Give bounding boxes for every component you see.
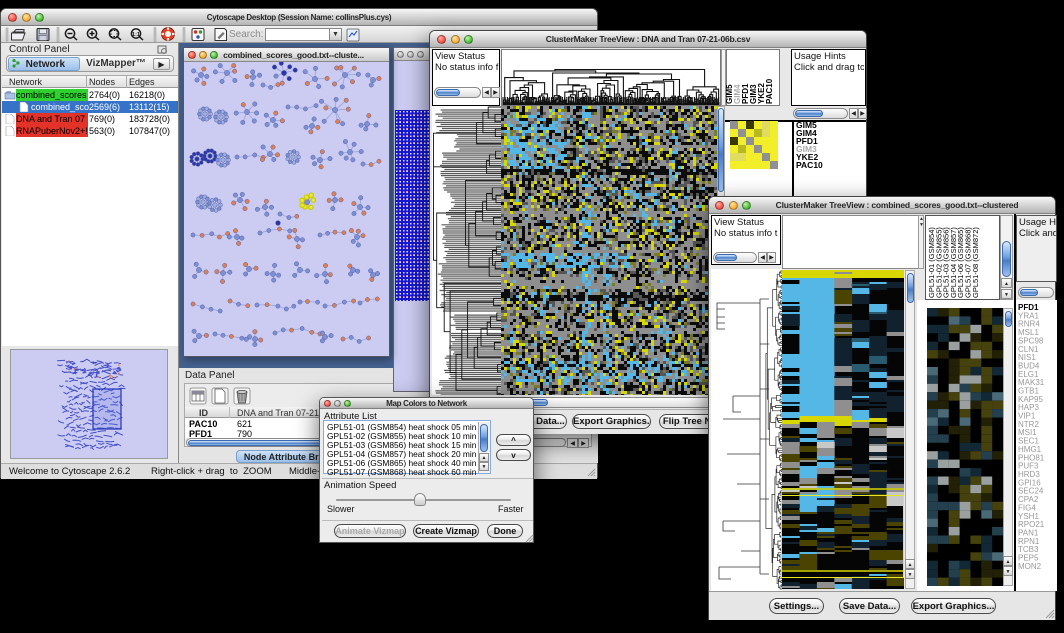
svg-text:PAC10: PAC10: [765, 78, 774, 104]
svg-text:1:1: 1:1: [132, 32, 140, 38]
svg-text:GPL51-08 (GSM872): GPL51-08 (GSM872): [971, 227, 980, 298]
svg-text:MON2: MON2: [1018, 562, 1042, 571]
